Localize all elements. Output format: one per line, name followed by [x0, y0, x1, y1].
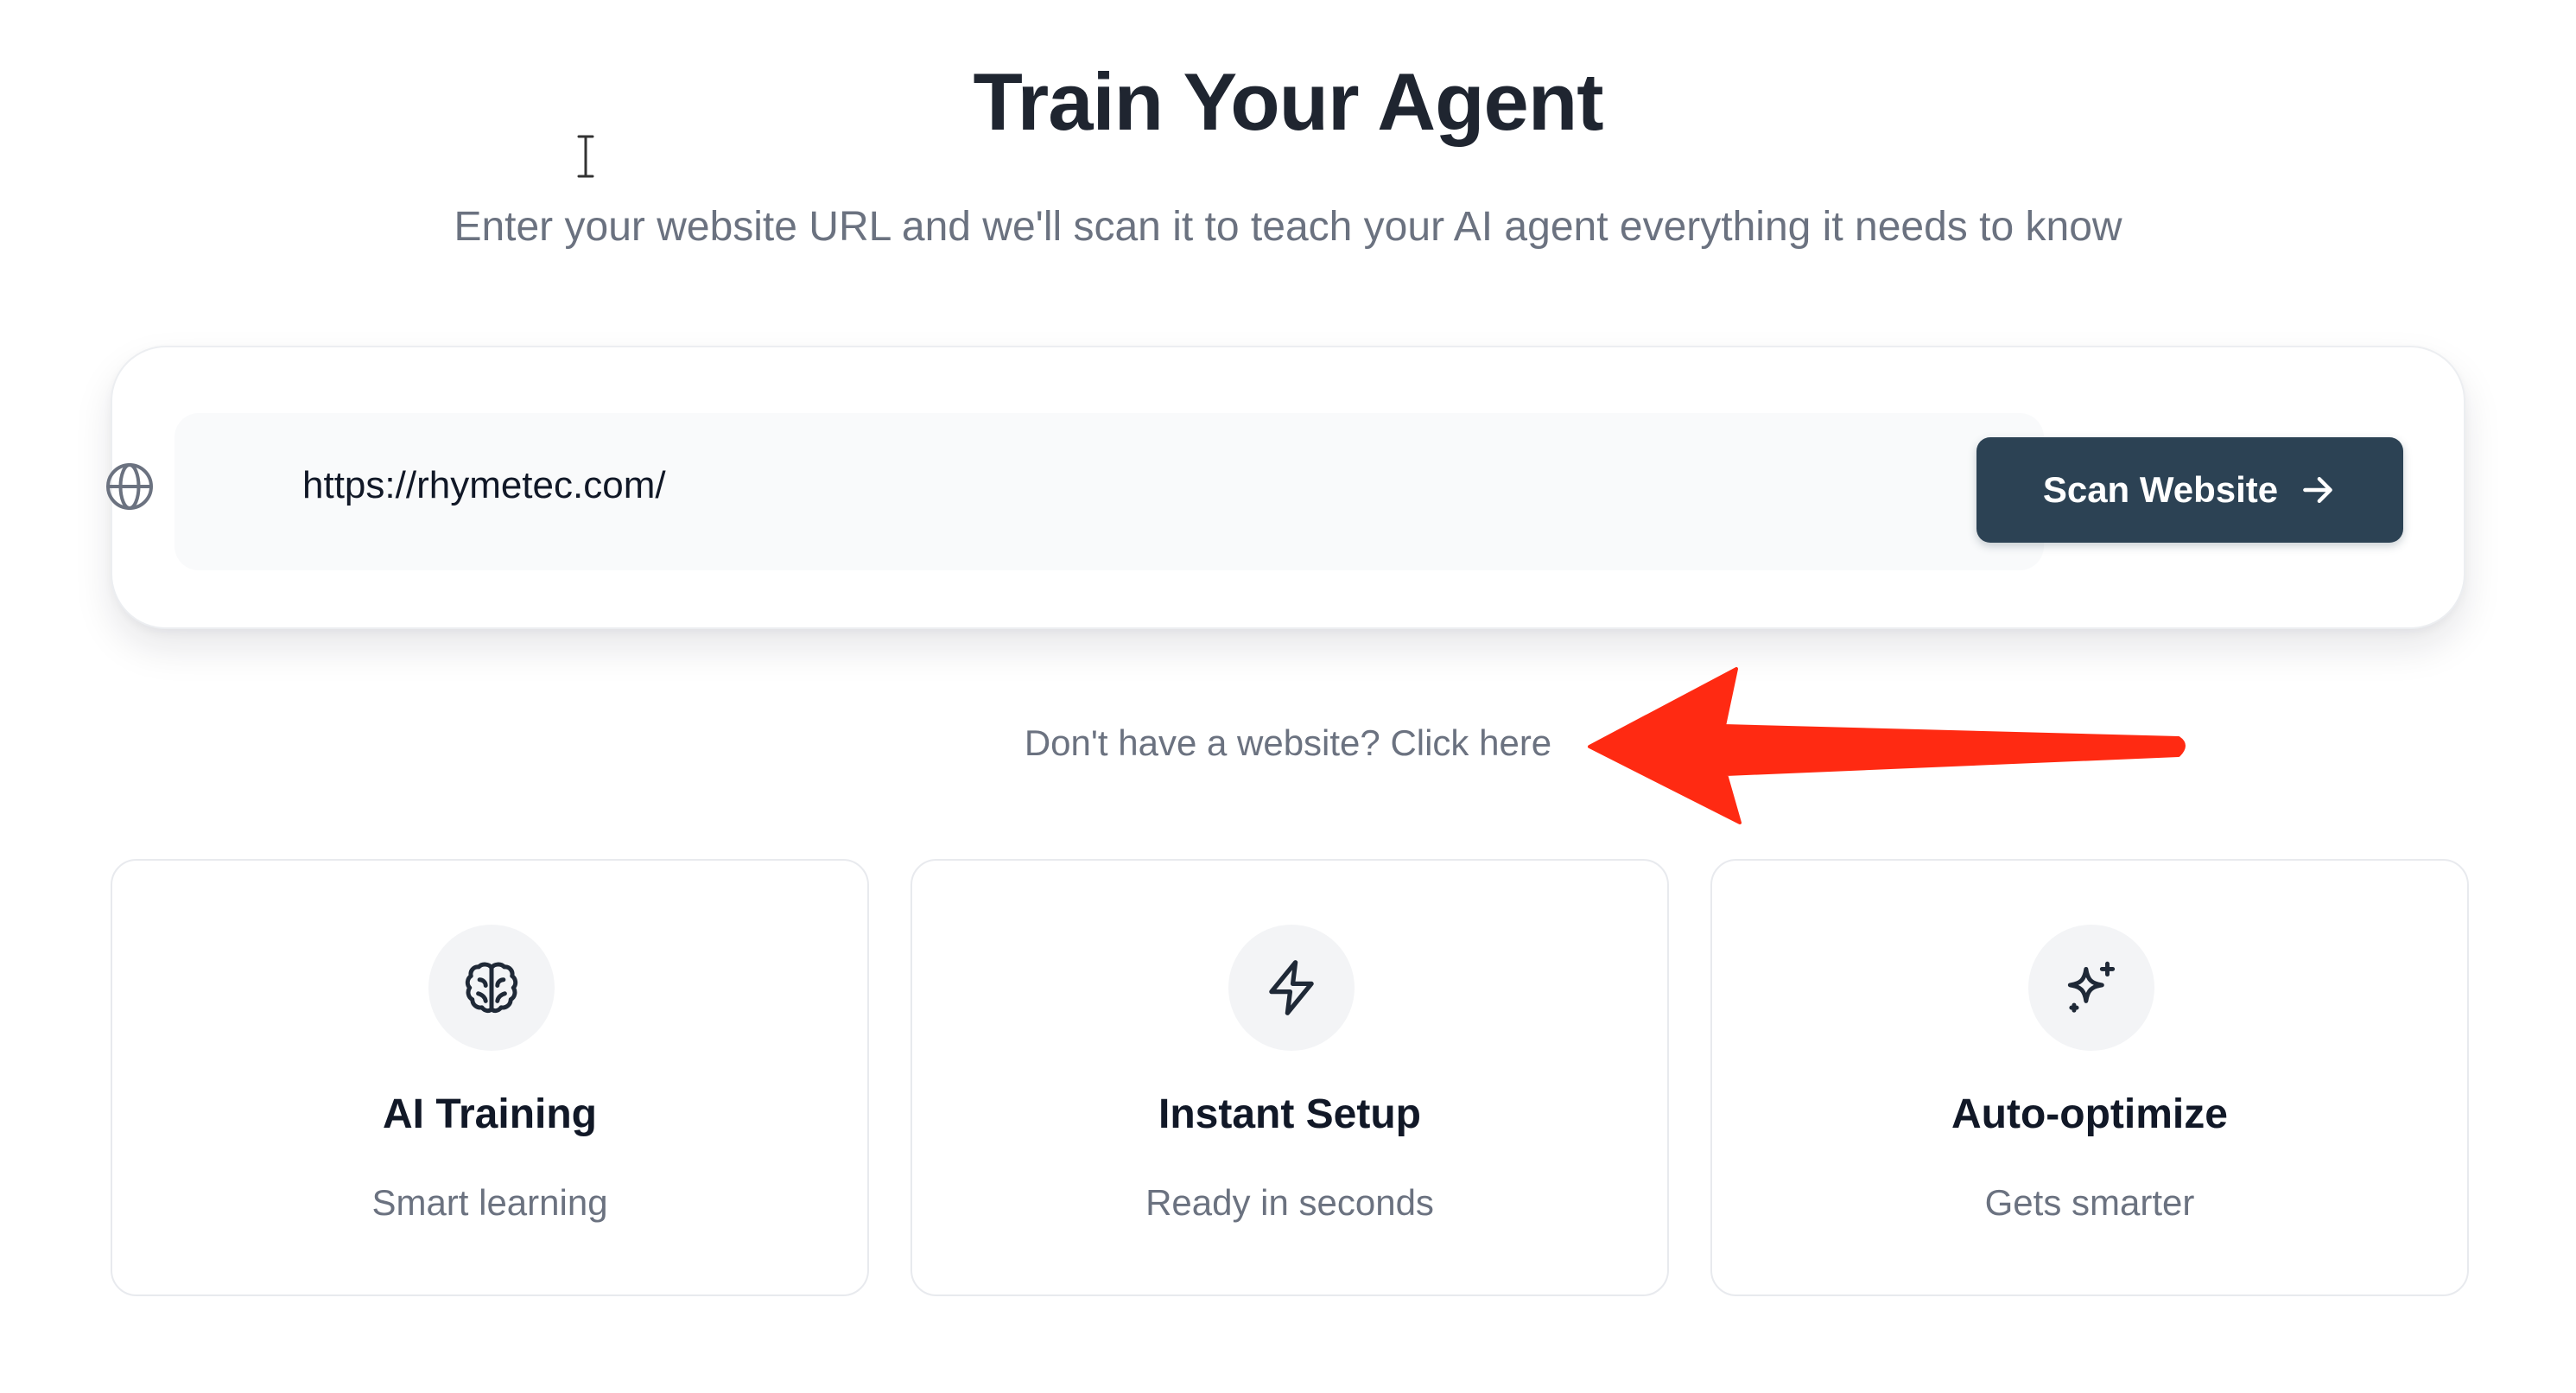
url-input[interactable]	[302, 442, 1961, 529]
lightning-icon	[1269, 960, 1314, 1015]
annotation-arrow	[1588, 667, 2186, 824]
feature-title: AI Training	[382, 1091, 597, 1137]
feature-card-ai-training: AI Training Smart learning	[111, 859, 869, 1296]
feature-title: Auto-optimize	[1951, 1091, 2228, 1137]
arrow-right-icon	[2303, 476, 2333, 504]
train-agent-page: Train Your Agent Enter your website URL …	[0, 0, 2576, 1393]
feature-subtitle: Ready in seconds	[1145, 1182, 1434, 1223]
feature-icon-circle	[428, 925, 555, 1051]
text-cursor-icon	[577, 135, 594, 178]
feature-card-auto-optimize: Auto-optimize Gets smarter	[1710, 859, 2469, 1296]
brain-icon	[465, 962, 518, 1014]
feature-subtitle: Smart learning	[371, 1182, 608, 1223]
feature-icon-circle	[1228, 925, 1355, 1051]
sparkles-icon	[2067, 961, 2116, 1013]
scan-card: Scan Website	[111, 346, 2465, 629]
scan-website-label: Scan Website	[2042, 469, 2279, 510]
globe-icon	[106, 463, 153, 510]
feature-card-instant-setup: Instant Setup Ready in seconds	[910, 859, 1669, 1296]
scan-website-button[interactable]: Scan Website	[1976, 437, 2403, 543]
page-subtitle: Enter your website URL and we'll scan it…	[454, 204, 2122, 250]
feature-subtitle: Gets smarter	[1984, 1182, 2195, 1223]
page-title: Train Your Agent	[973, 56, 1603, 147]
feature-title: Instant Setup	[1158, 1091, 1421, 1137]
feature-icon-circle	[2028, 925, 2154, 1051]
